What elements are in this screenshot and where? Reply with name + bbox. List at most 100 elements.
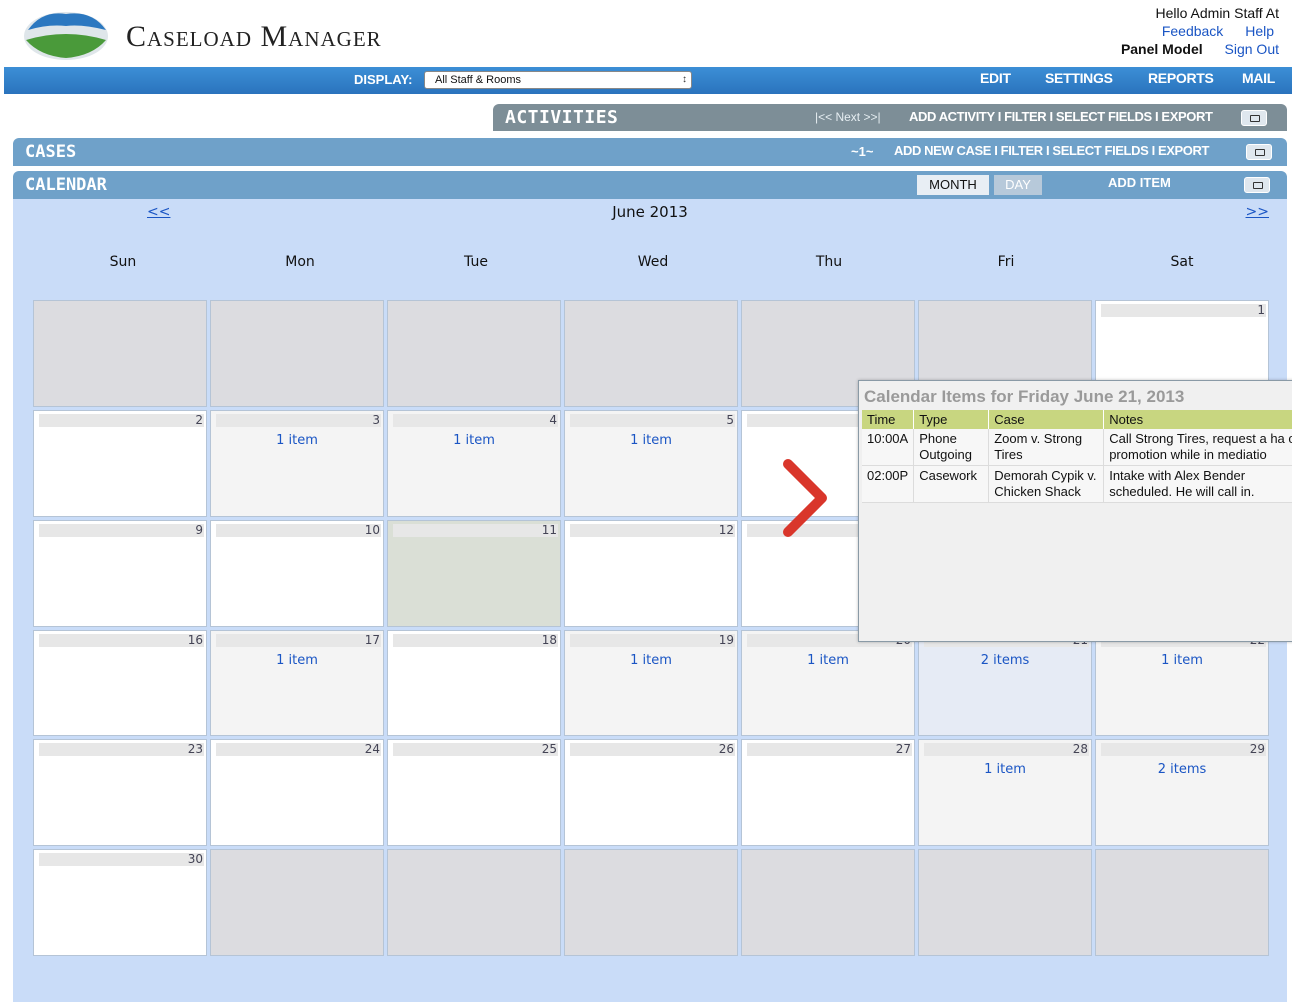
cases-title[interactable]: CASES — [25, 142, 76, 162]
nav-edit[interactable]: EDIT — [980, 70, 1011, 86]
sign-out-link[interactable]: Sign Out — [1225, 41, 1279, 57]
app-title: Caseload Manager — [126, 20, 382, 53]
cell-type: Phone Outgoing — [913, 429, 990, 466]
next-month-link[interactable]: >> — [1246, 204, 1269, 220]
cases-actions[interactable]: ADD NEW CASE I FILTER I SELECT FIELDS I … — [894, 143, 1209, 158]
nav-mail[interactable]: MAIL — [1242, 70, 1275, 86]
empty-day-cell — [1095, 849, 1269, 956]
day-cell-10[interactable]: 10 — [210, 519, 384, 627]
cell-notes: Intake with Alex Bender scheduled. He wi… — [1103, 465, 1292, 503]
day-cell-5[interactable]: 5 1 item — [564, 409, 738, 517]
calendar-bar: CALENDAR MONTH DAY ADD ITEM — [13, 171, 1287, 199]
empty-day-cell — [564, 849, 738, 956]
day-items-link[interactable]: 1 item — [211, 653, 383, 668]
day-cell-30[interactable]: 30 — [33, 849, 207, 956]
empty-day-cell — [918, 849, 1092, 956]
day-cell-25[interactable]: 25 — [387, 739, 561, 847]
day-number: 19 — [570, 633, 735, 647]
day-number: 10 — [216, 523, 381, 537]
day-cell-22[interactable]: 221 item — [1095, 629, 1269, 737]
day-cell-28[interactable]: 28 1 item — [918, 739, 1092, 847]
add-item-button[interactable]: ADD ITEM — [1108, 175, 1171, 190]
day-cell-12[interactable]: 12 — [564, 519, 738, 627]
day-items-link[interactable]: 1 item — [211, 433, 383, 448]
empty-day-cell — [210, 849, 384, 956]
weekday-fri: Fri — [997, 254, 1015, 270]
tab-month[interactable]: MONTH — [917, 175, 989, 195]
tab-day[interactable]: DAY — [994, 175, 1042, 195]
select-arrows-icon: ↕ — [682, 74, 687, 85]
cases-minimize-icon[interactable] — [1246, 144, 1272, 160]
day-cell-16[interactable]: 16 — [33, 629, 207, 737]
day-cell-18[interactable]: 18 — [387, 629, 561, 737]
cell-case: Demorah Cypik v. Chicken Shack — [988, 465, 1105, 503]
day-cell-23[interactable]: 23 — [33, 739, 207, 847]
month-title: June 2013 — [612, 203, 688, 221]
day-number: 30 — [39, 853, 204, 867]
popup-title: Calendar Items for Friday June 21, 2013 — [864, 387, 1185, 406]
day-cell-9[interactable]: 9 — [33, 519, 207, 627]
cell-type: Casework — [913, 465, 990, 503]
feedback-link[interactable]: Feedback — [1162, 23, 1223, 39]
day-number: 1 — [1101, 304, 1266, 317]
activities-actions[interactable]: ADD ACTIVITY I FILTER I SELECT FIELDS I … — [909, 109, 1213, 124]
day-cell-26[interactable]: 26 — [564, 739, 738, 847]
day-cell-24[interactable]: 24 — [210, 739, 384, 847]
day-number: 17 — [216, 633, 381, 647]
col-type: Type — [913, 410, 990, 429]
col-notes: Notes — [1103, 410, 1292, 429]
nav-settings[interactable]: SETTINGS — [1045, 70, 1113, 86]
day-items-link[interactable]: 1 item — [919, 762, 1091, 777]
weekday-mon: Mon — [285, 254, 315, 270]
day-items-link[interactable]: 1 item — [565, 653, 737, 668]
greeting-text: Hello Admin Staff At — [1155, 5, 1279, 21]
day-number: 16 — [39, 633, 204, 647]
calendar-title[interactable]: CALENDAR — [25, 175, 107, 195]
day-items-link[interactable]: 1 item — [742, 653, 914, 668]
display-select-value: All Staff & Rooms — [435, 74, 521, 86]
day-cell-27[interactable]: 27 — [741, 739, 915, 847]
activities-minimize-icon[interactable] — [1241, 110, 1267, 126]
weekday-thu: Thu — [815, 254, 843, 270]
day-items-link[interactable]: 1 item — [565, 433, 737, 448]
weekday-tue: Tue — [464, 254, 488, 270]
day-number: 2 — [39, 413, 204, 427]
empty-day-cell — [564, 300, 738, 407]
day-cell-19[interactable]: 19 1 item — [564, 629, 738, 737]
table-row[interactable]: 02:00P Casework Demorah Cypik v. Chicken… — [862, 465, 1292, 503]
help-link[interactable]: Help — [1245, 23, 1274, 39]
day-number: 9 — [39, 523, 204, 537]
day-number: 29 — [1101, 743, 1266, 757]
day-cell-2[interactable]: 2 — [33, 409, 207, 517]
day-number: 26 — [570, 743, 735, 757]
day-cell-21[interactable]: 212 items — [918, 629, 1092, 737]
panel-model-label: Panel Model — [1120, 41, 1203, 57]
cell-case-text: Demorah Cypik v. Chicken Shack — [994, 468, 1097, 499]
day-cell-17[interactable]: 17 1 item — [210, 629, 384, 737]
activities-title[interactable]: ACTIVITIES — [505, 107, 618, 128]
day-items-link[interactable]: 1 item — [1096, 653, 1268, 668]
display-select[interactable]: All Staff & Rooms ↕ — [424, 71, 692, 89]
day-items-link[interactable]: 1 item — [388, 433, 560, 448]
day-cell-11[interactable]: 11 — [387, 519, 561, 627]
cases-page-indicator[interactable]: ~1~ — [851, 144, 873, 159]
activities-pager[interactable]: |<< Next >>| — [815, 110, 881, 124]
day-cell-4[interactable]: 4 1 item — [387, 409, 561, 517]
table-row[interactable]: 10:00A Phone Outgoing Zoom v. Strong Tir… — [862, 429, 1292, 466]
day-cell-20[interactable]: 201 item — [741, 629, 915, 737]
day-items-link[interactable]: 2 items — [919, 653, 1091, 668]
day-number: 28 — [924, 743, 1089, 757]
day-cell-3[interactable]: 3 1 item — [210, 409, 384, 517]
day-items-popup: Calendar Items for Friday June 21, 2013 … — [858, 380, 1292, 642]
day-number: 24 — [216, 743, 381, 757]
cases-bar: CASES ~1~ ADD NEW CASE I FILTER I SELECT… — [13, 138, 1287, 166]
empty-day-cell — [741, 849, 915, 956]
day-cell-29[interactable]: 29 2 items — [1095, 739, 1269, 847]
weekday-sun: Sun — [109, 254, 137, 270]
cell-type-text: Phone Outgoing — [919, 431, 972, 462]
day-items-link[interactable]: 2 items — [1096, 762, 1268, 777]
calendar-minimize-icon[interactable] — [1244, 177, 1270, 193]
nav-reports[interactable]: REPORTS — [1148, 70, 1214, 86]
activities-bar: ACTIVITIES |<< Next >>| ADD ACTIVITY I F… — [493, 104, 1287, 131]
main-nav-bar: DISPLAY: All Staff & Rooms ↕ EDIT SETTIN… — [4, 67, 1292, 94]
